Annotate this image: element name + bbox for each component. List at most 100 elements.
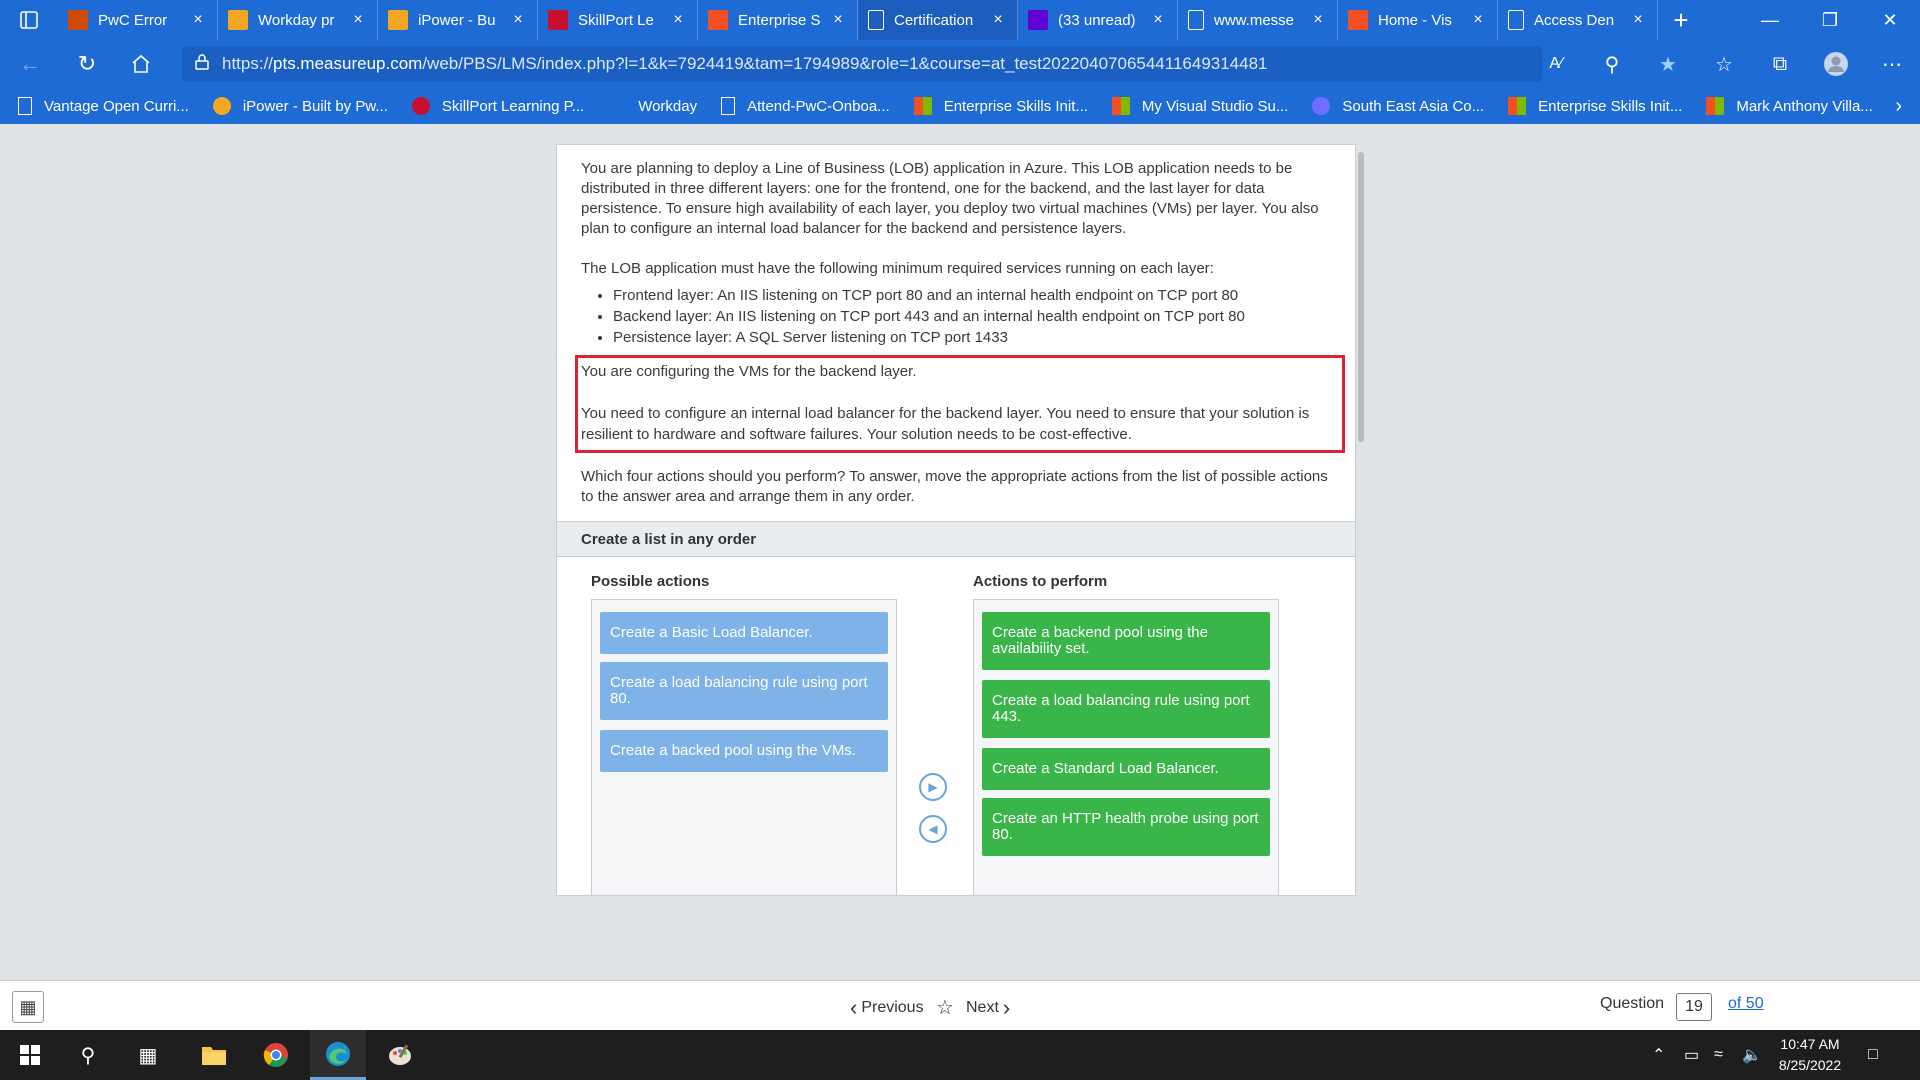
actions-to-perform-list: Create a backend pool using the availabi… [973,599,1279,895]
bookmark-item[interactable]: Enterprise Skills Init... [913,97,1088,115]
question-total-link[interactable]: of 50 [1728,995,1764,1013]
move-right-button[interactable]: ▶ [919,773,947,801]
close-tab-icon[interactable]: × [989,11,1007,29]
close-tab-icon[interactable]: × [189,11,207,29]
settings-more-button[interactable]: ⋯ [1864,40,1920,88]
browser-tab[interactable]: Workday pr × [218,0,378,40]
close-window-button[interactable]: ✕ [1860,0,1920,40]
bookmark-icon [1706,97,1725,115]
browser-tab[interactable]: iPower - Bu × [378,0,538,40]
collections-button[interactable]: ⧉ [1752,40,1808,88]
task-view-button[interactable]: ▦ [120,1030,176,1080]
volume-control[interactable]: 🔈 [1742,1030,1762,1080]
flag-question-button[interactable]: ☆ [936,995,954,1020]
bookmark-icon [1508,97,1527,115]
close-tab-icon[interactable]: × [669,11,687,29]
bookmark-label: Attend-PwC-Onboa... [747,97,890,115]
question-grid-button[interactable]: ▦ [12,991,44,1023]
close-tab-icon[interactable]: × [1309,11,1327,29]
close-tab-icon[interactable]: × [829,11,847,29]
profile-button[interactable] [1808,40,1864,88]
search-icon: ⚲ [80,1044,96,1067]
bookmark-item[interactable]: Attend-PwC-Onboa... [721,97,890,115]
chrome-button[interactable] [248,1030,304,1080]
new-tab-button[interactable]: + [1658,0,1704,40]
bookmark-icon [18,97,32,115]
bookmark-item[interactable]: My Visual Studio Su... [1111,97,1288,115]
url-field[interactable]: https://pts.measureup.com/web/PBS/LMS/in… [182,46,1542,82]
question-label: Question [1600,995,1665,1012]
read-aloud-button[interactable]: A⁄ [1528,40,1584,88]
possible-actions-list: Create a Basic Load Balancer. Create a l… [591,599,897,895]
url-domain: pts.measureup.com [273,54,423,73]
previous-button[interactable]: ‹ Previous [850,995,924,1021]
possible-action-item[interactable]: Create a backed pool using the VMs. [600,730,888,772]
browser-tab[interactable]: Home - Vis × [1338,0,1498,40]
chevron-right-icon: › [1002,995,1011,1020]
selected-action-item[interactable]: Create an HTTP health probe using port 8… [982,798,1270,856]
bookmark-item[interactable]: Mark Anthony Villa... [1706,97,1873,115]
file-explorer-button[interactable] [186,1030,242,1080]
tab-label: (33 unread) [1058,11,1136,29]
avatar-icon [1824,52,1848,76]
tab-label: Access Den [1534,11,1615,29]
chevron-up-icon: ⌃ [1652,1047,1666,1064]
skillport-icon [548,10,568,30]
close-tab-icon[interactable]: × [1469,11,1487,29]
browser-tab[interactable]: Enterprise S × [698,0,858,40]
possible-action-item[interactable]: Create a load balancing rule using port … [600,662,888,720]
notifications-button[interactable]: □ [1868,1030,1878,1080]
selected-action-item[interactable]: Create a backend pool using the availabi… [982,612,1270,670]
browser-tab[interactable]: www.messe × [1178,0,1338,40]
refresh-button[interactable]: ↻ [60,40,114,88]
favorites-button[interactable]: ☆ [1696,40,1752,88]
bookmark-item[interactable]: Vantage Open Curri... [18,97,189,115]
restore-button[interactable]: ❐ [1800,0,1860,40]
browser-tab[interactable]: Certification × [858,0,1018,40]
bookmark-item[interactable]: South East Asia Co... [1312,97,1484,115]
show-hidden-icons-button[interactable]: ⌃ [1652,1030,1665,1080]
browser-tab[interactable]: SkillPort Le × [538,0,698,40]
highlighted-scenario: You are configuring the VMs for the back… [581,361,1341,445]
question-number-input[interactable]: 19 [1676,993,1712,1021]
selected-action-item[interactable]: Create a Standard Load Balancer. [982,748,1270,790]
bookmark-item[interactable]: iPower - Built by Pw... [212,97,388,115]
actions-to-perform-heading: Actions to perform [973,573,1108,590]
next-button[interactable]: Next › [966,995,1010,1021]
zoom-button[interactable]: ⚲ [1584,40,1640,88]
browser-tab[interactable]: PwC Error × [58,0,218,40]
tab-actions-button[interactable] [0,0,58,40]
minimize-button[interactable]: — [1740,0,1800,40]
close-tab-icon[interactable]: × [509,11,527,29]
pwc-icon [68,10,88,30]
browser-tab[interactable]: (33 unread) × [1018,0,1178,40]
battery-status[interactable]: ▭ [1684,1030,1699,1080]
battery-icon: ▭ [1684,1047,1700,1064]
favorite-star-button[interactable]: ★ [1640,40,1696,88]
bookmark-item[interactable]: Enterprise Skills Init... [1508,97,1682,115]
close-tab-icon[interactable]: × [1629,11,1647,29]
search-button[interactable]: ⚲ [60,1030,116,1080]
system-clock[interactable]: 10:47 AM 8/25/2022 [1760,1034,1860,1076]
close-tab-icon[interactable]: × [349,11,367,29]
card-scrollbar[interactable] [1358,152,1364,442]
paint-button[interactable] [372,1030,428,1080]
windows-logo-icon [20,1045,40,1065]
possible-action-item[interactable]: Create a Basic Load Balancer. [600,612,888,654]
back-button[interactable]: ← [0,40,60,88]
question-body: You are planning to deploy a Line of Bus… [581,159,1341,348]
move-left-button[interactable]: ◀ [919,815,947,843]
close-tab-icon[interactable]: × [1149,11,1167,29]
home-button[interactable] [114,40,168,88]
browser-tab[interactable]: Access Den × [1498,0,1658,40]
selected-action-item[interactable]: Create a load balancing rule using port … [982,680,1270,738]
edge-button[interactable] [310,1030,366,1080]
bookmarks-overflow-button[interactable]: › [1895,88,1902,124]
bookmark-item[interactable]: Workday [608,97,697,115]
question-intro: You are planning to deploy a Line of Bus… [581,160,1319,237]
requirements-intro: The LOB application must have the follow… [581,260,1214,277]
bookmark-item[interactable]: SkillPort Learning P... [411,97,584,115]
bookmark-icon [608,97,627,115]
start-button[interactable] [2,1030,58,1080]
network-status[interactable]: ≈ [1714,1030,1723,1080]
